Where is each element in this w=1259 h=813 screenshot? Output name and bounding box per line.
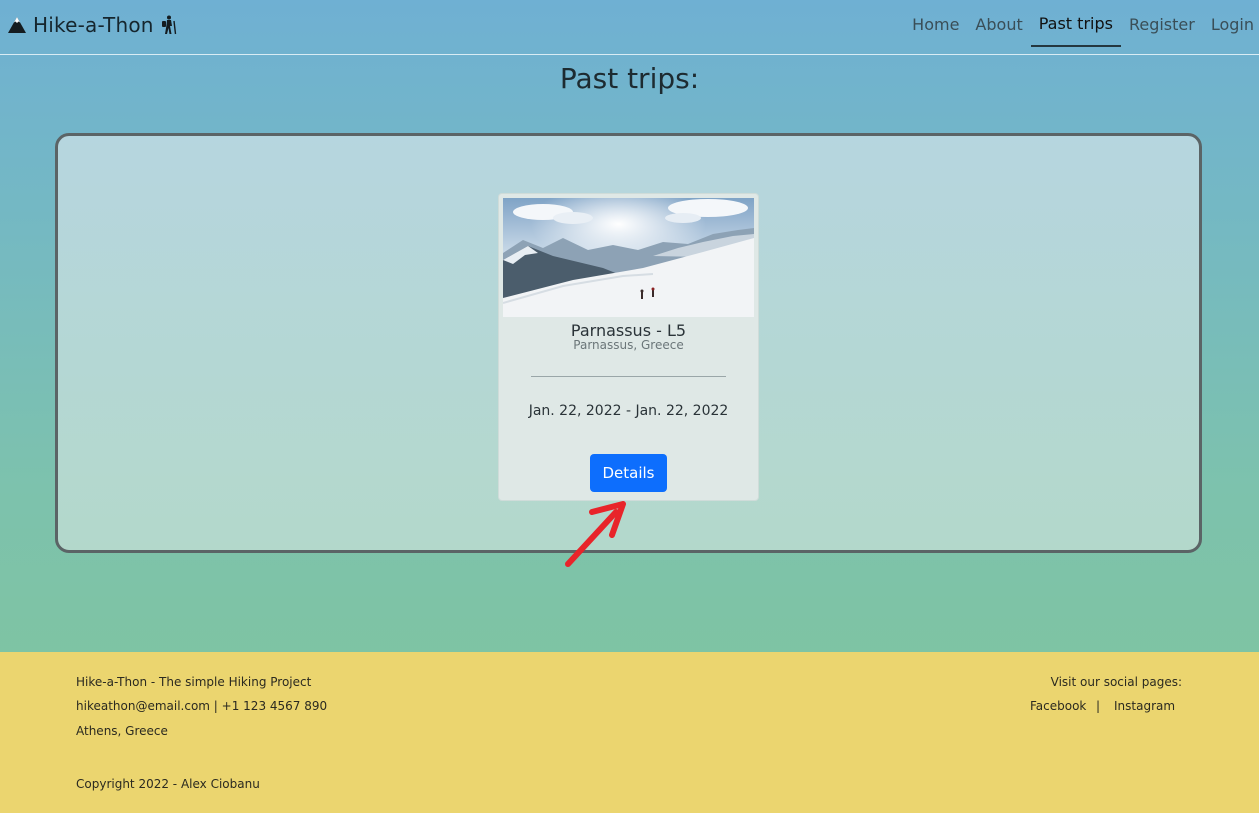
brand-link[interactable]: Hike-a-Thon xyxy=(7,11,178,39)
nav-past-trips[interactable]: Past trips xyxy=(1030,0,1121,47)
footer: Hike-a-Thon - The simple Hiking Project … xyxy=(0,652,1259,813)
trip-location: Parnassus, Greece xyxy=(573,338,684,352)
facebook-link[interactable]: Facebook xyxy=(1030,699,1086,713)
trip-image xyxy=(503,198,754,317)
hiker-icon xyxy=(160,15,178,35)
instagram-link[interactable]: Instagram xyxy=(1114,699,1175,713)
annotation-arrow-icon xyxy=(560,495,640,579)
footer-copyright: Copyright 2022 - Alex Ciobanu xyxy=(76,777,260,791)
brand-name: Hike-a-Thon xyxy=(33,13,154,37)
navbar: Hike-a-Thon Home About Past trips Regist… xyxy=(0,0,1259,55)
nav-menu: Home About Past trips Register Login xyxy=(904,0,1259,55)
card-divider xyxy=(531,376,726,377)
trip-card: Parnassus - L5 Parnassus, Greece Jan. 22… xyxy=(498,193,759,501)
footer-contact: hikeathon@email.com | +1 123 4567 890 xyxy=(76,699,328,713)
social-heading: Visit our social pages: xyxy=(1050,675,1182,689)
nav-register[interactable]: Register xyxy=(1121,0,1203,48)
social-separator: | xyxy=(1096,699,1101,713)
nav-home[interactable]: Home xyxy=(904,0,967,48)
trip-dates: Jan. 22, 2022 - Jan. 22, 2022 xyxy=(528,403,729,419)
nav-login[interactable]: Login xyxy=(1203,0,1259,48)
nav-about[interactable]: About xyxy=(967,0,1030,48)
page-title: Past trips: xyxy=(559,62,700,95)
details-button[interactable]: Details xyxy=(590,454,667,492)
footer-tagline: Hike-a-Thon - The simple Hiking Project xyxy=(76,675,312,689)
footer-address: Athens, Greece xyxy=(76,724,168,738)
mountain-icon xyxy=(7,16,27,34)
